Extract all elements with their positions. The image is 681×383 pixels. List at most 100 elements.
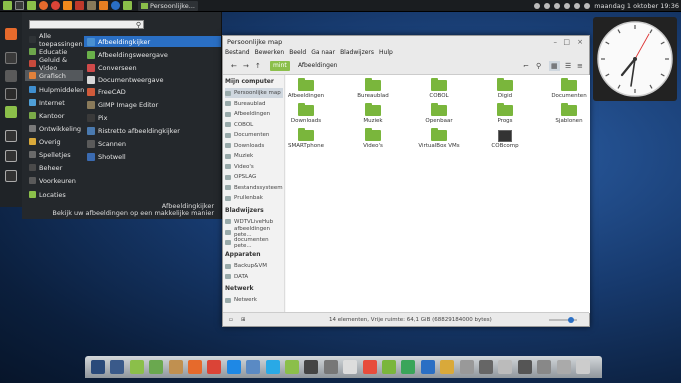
sidebar-item-documenten[interactable]: Documenten bbox=[225, 130, 283, 140]
logout-icon[interactable] bbox=[5, 150, 17, 162]
clock-text[interactable]: maandag 1 oktober 19:36 bbox=[594, 2, 679, 10]
category-hulpmiddelen[interactable]: Hulpmiddelen bbox=[25, 84, 84, 95]
bluetooth-icon[interactable] bbox=[554, 3, 561, 9]
writer-icon[interactable] bbox=[420, 360, 435, 374]
app-ristretto-afbeeldingkijker[interactable]: Ristretto afbeeldingkijker bbox=[84, 125, 221, 136]
photo-icon[interactable] bbox=[382, 360, 396, 374]
spreadsheet-icon[interactable] bbox=[401, 360, 416, 374]
settings-icon[interactable] bbox=[5, 70, 17, 82]
more-icon[interactable] bbox=[576, 360, 590, 374]
app-gimp-image-editor[interactable]: GIMP Image Editor bbox=[84, 99, 221, 110]
category-internet[interactable]: Internet bbox=[25, 97, 83, 108]
category-grafisch[interactable]: Grafisch bbox=[25, 70, 83, 81]
zoom-slider-handle[interactable] bbox=[568, 317, 574, 323]
shield-icon[interactable] bbox=[544, 3, 551, 9]
software-icon[interactable] bbox=[5, 52, 17, 64]
gimp-icon[interactable] bbox=[87, 1, 96, 10]
app-scannen[interactable]: Scannen bbox=[84, 138, 221, 149]
app-pix[interactable]: Pix bbox=[84, 112, 221, 123]
app-documentweergave[interactable]: Documentweergave bbox=[84, 74, 221, 85]
up-icon[interactable]: ↑ bbox=[255, 61, 261, 71]
vlc-icon[interactable] bbox=[63, 1, 72, 10]
sidebar-item-documenten-pete[interactable]: documenten pete... bbox=[225, 237, 283, 249]
sidebar-toggle-icon[interactable]: ▫ bbox=[229, 313, 233, 327]
back-icon[interactable]: ← bbox=[231, 61, 237, 71]
pen-icon[interactable] bbox=[556, 360, 571, 374]
file-item-cobcomp[interactable]: COBcomp bbox=[480, 130, 530, 152]
menu-bestand[interactable]: Bestand bbox=[225, 48, 250, 57]
category-alle-toepassingen[interactable]: Alle toepassingen bbox=[25, 32, 83, 48]
file-item-cobol[interactable]: COBOL bbox=[414, 78, 464, 102]
player-icon[interactable] bbox=[517, 360, 532, 374]
search-icon[interactable]: ⚲ bbox=[536, 61, 541, 71]
file-item-downloads[interactable]: Downloads bbox=[281, 103, 331, 127]
app-afbeeldingkijker[interactable]: Afbeeldingkijker bbox=[84, 36, 221, 47]
firefox-icon[interactable] bbox=[39, 1, 48, 10]
path-button-home[interactable]: mint bbox=[270, 61, 290, 71]
menu-bewerken[interactable]: Bewerken bbox=[255, 48, 285, 57]
app-shotwell[interactable]: Shotwell bbox=[84, 151, 221, 162]
menu-beeld[interactable]: Beeld bbox=[289, 48, 306, 57]
firefox-2-icon[interactable] bbox=[111, 1, 120, 10]
menu-bladwijzers[interactable]: Bladwijzers bbox=[340, 48, 374, 57]
sidebar-item-afbeeldingen[interactable]: Afbeeldingen bbox=[225, 109, 283, 119]
file-item-bureaublad[interactable]: Bureaublad bbox=[348, 78, 398, 102]
gear-icon[interactable] bbox=[323, 360, 338, 374]
sidebar-item-bureaublad[interactable]: Bureaublad bbox=[225, 99, 283, 109]
desktop-icon[interactable] bbox=[91, 360, 105, 374]
file-item-smartphone[interactable]: SMARTphone bbox=[281, 128, 331, 152]
archive-icon[interactable] bbox=[168, 360, 183, 374]
menu-hulp[interactable]: Hulp bbox=[379, 48, 393, 57]
file-item-muziek[interactable]: Muziek bbox=[348, 103, 398, 127]
list-view-icon[interactable]: ☰ bbox=[565, 61, 571, 71]
category-voorkeuren[interactable]: Voorkeuren bbox=[25, 175, 83, 186]
files-2-icon[interactable] bbox=[123, 1, 132, 10]
zoom-slider[interactable] bbox=[549, 317, 577, 323]
printer-icon[interactable] bbox=[459, 360, 474, 374]
taskbar-window-button[interactable]: Persoonlijke... bbox=[138, 0, 198, 11]
forward-icon[interactable]: → bbox=[243, 61, 249, 71]
category-beheer[interactable]: Beheer bbox=[25, 162, 83, 173]
category-geluid-video[interactable]: Geluid & Video bbox=[25, 56, 83, 72]
disc-icon[interactable] bbox=[343, 360, 358, 374]
mint-icon[interactable] bbox=[149, 360, 164, 374]
vlc-icon[interactable] bbox=[226, 360, 241, 374]
wifi-icon[interactable] bbox=[564, 3, 571, 9]
sidebar-item-afbeeldingen-pete[interactable]: afbeeldingen pete... bbox=[225, 226, 283, 238]
sidebar-item-persoonlijke-map[interactable]: Persoonlijke map bbox=[225, 88, 283, 98]
lock-icon[interactable] bbox=[5, 130, 17, 142]
sidebar-item-downloads[interactable]: Downloads bbox=[225, 141, 283, 151]
power-icon[interactable] bbox=[5, 170, 17, 182]
chrome-icon[interactable] bbox=[207, 360, 222, 374]
file-item-openbaar[interactable]: Openbaar bbox=[414, 103, 464, 127]
tree-toggle-icon[interactable]: ⊞ bbox=[241, 313, 246, 327]
path-button-afbeeldingen[interactable]: Afbeeldingen bbox=[298, 61, 337, 71]
volume-icon[interactable] bbox=[574, 3, 581, 9]
file-item-video-s[interactable]: Video's bbox=[348, 128, 398, 152]
file-item-digid[interactable]: Digid bbox=[480, 78, 530, 102]
sidebar-item-wdtvlivehub[interactable]: WDTVLiveHub bbox=[225, 217, 283, 227]
chrome-icon[interactable] bbox=[51, 1, 60, 10]
draw-icon[interactable] bbox=[440, 360, 455, 374]
category-overig[interactable]: Overig bbox=[25, 136, 83, 147]
menu-ga-naar[interactable]: Ga naar bbox=[311, 48, 335, 57]
sidebar-item-backup-vm[interactable]: Backup&VM bbox=[225, 261, 283, 271]
sidebar-item-bestandssysteem[interactable]: Bestandssysteem bbox=[225, 183, 283, 193]
rocket-icon[interactable] bbox=[362, 360, 377, 374]
burp-icon[interactable] bbox=[99, 1, 108, 10]
app-converseen[interactable]: Converseen bbox=[84, 62, 221, 73]
search-input[interactable]: ⚲ bbox=[29, 20, 144, 29]
minimize-icon[interactable]: – bbox=[554, 36, 558, 48]
screens-icon[interactable] bbox=[110, 360, 125, 374]
mint-menu-icon[interactable] bbox=[3, 1, 12, 10]
category-kantoor[interactable]: Kantoor bbox=[25, 110, 83, 121]
terminal-icon[interactable] bbox=[15, 1, 24, 10]
power-icon[interactable] bbox=[537, 360, 552, 374]
sidebar-item-cobol[interactable]: COBOL bbox=[225, 120, 283, 130]
file-item-sjablonen[interactable]: Sjablonen bbox=[544, 103, 594, 127]
battery-icon[interactable] bbox=[584, 3, 591, 9]
category-spelletjes[interactable]: Spelletjes bbox=[25, 149, 83, 160]
app-afbeeldingsweergave[interactable]: Afbeeldingsweergave bbox=[84, 49, 221, 60]
firefox-icon[interactable] bbox=[5, 28, 17, 40]
close-icon[interactable]: × bbox=[577, 36, 583, 48]
